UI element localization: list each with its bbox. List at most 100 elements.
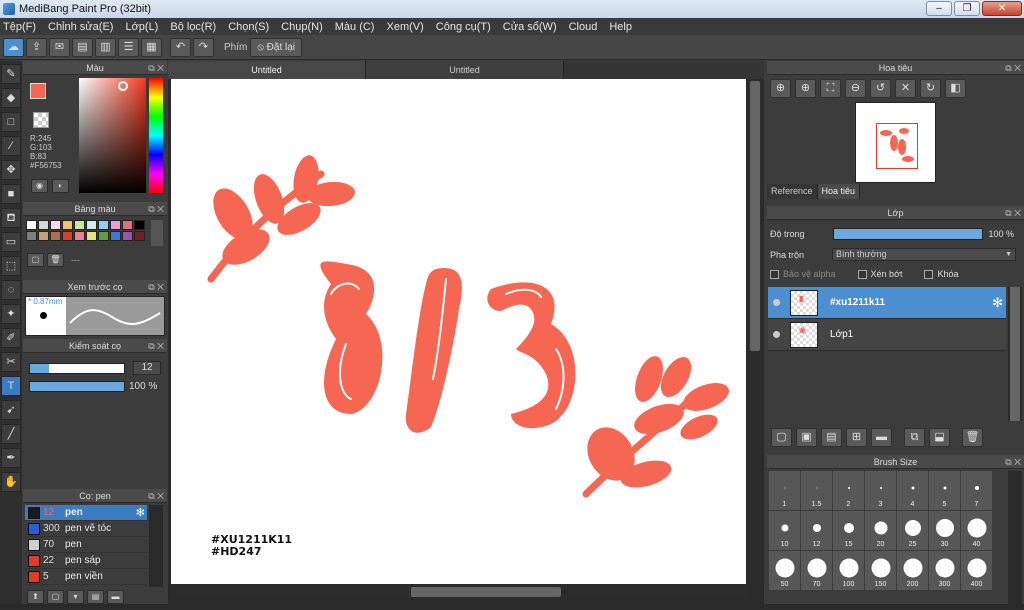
new-palette-icon[interactable]: ▢ xyxy=(27,253,44,267)
menu-layer[interactable]: Lớp(L) xyxy=(125,21,158,33)
lock-checkbox[interactable]: Khóa xyxy=(924,269,959,279)
brush-size-preset[interactable]: 100 xyxy=(833,551,864,590)
zoom-in-icon[interactable]: ⊕ xyxy=(770,79,791,98)
transparent-color-swatch[interactable] xyxy=(33,112,49,128)
merge-layer-icon[interactable]: ⬓ xyxy=(929,428,950,447)
palette-swatch[interactable] xyxy=(74,220,85,230)
panel-controls-icon[interactable]: ⧉ ✕ xyxy=(1005,206,1021,220)
brush-list-item[interactable]: 5 pen viền xyxy=(25,569,147,585)
menu-cloud[interactable]: Cloud xyxy=(569,21,598,33)
brush-tool-icon[interactable]: ✎ xyxy=(1,64,21,84)
visibility-eye-icon[interactable] xyxy=(773,331,780,338)
palette-swatch[interactable] xyxy=(122,231,133,241)
brush-size-preset[interactable]: 1 xyxy=(769,471,800,510)
tab-reference[interactable]: Reference xyxy=(767,184,818,199)
gradient-tool-icon[interactable]: ▭ xyxy=(1,232,21,252)
maximize-button[interactable]: ❐ xyxy=(954,1,980,16)
layer-settings-gear-icon[interactable]: ✻ xyxy=(992,295,1003,311)
palette-swatch[interactable] xyxy=(74,231,85,241)
fill-rect-tool-icon[interactable]: ■ xyxy=(1,184,21,204)
divide-tool-icon[interactable]: ╱ xyxy=(1,424,21,444)
clipping-checkbox[interactable]: Xén bớt xyxy=(857,269,902,279)
canvas-vertical-scrollbar[interactable] xyxy=(748,79,762,584)
brush-size-preset[interactable]: 15 xyxy=(833,511,864,550)
brush-size-preset[interactable]: 5 xyxy=(929,471,960,510)
minimize-button[interactable]: ‒ xyxy=(926,1,952,16)
palette-swatch[interactable] xyxy=(110,220,121,230)
color-swap-icon[interactable]: ◐ xyxy=(52,179,69,193)
layer-scroll-thumb[interactable] xyxy=(1010,287,1020,421)
brush-size-slider[interactable] xyxy=(29,362,125,374)
new-halftone-layer-icon[interactable]: ▣ xyxy=(796,428,817,447)
layer-list-scrollbar[interactable] xyxy=(1008,287,1022,421)
page-icon[interactable]: ▥ xyxy=(95,37,116,57)
fit-window-icon[interactable]: ⛶ xyxy=(820,79,841,98)
brush-list-item[interactable]: 22 pen sáp xyxy=(25,553,147,569)
message-icon[interactable]: ▤ xyxy=(72,37,93,57)
menu-file[interactable]: Tệp(F) xyxy=(3,21,36,33)
brush-size-preset[interactable]: 300 xyxy=(929,551,960,590)
brush-size-preset[interactable]: 150 xyxy=(865,551,896,590)
palette-swatch[interactable] xyxy=(62,220,73,230)
brush-settings-gear-icon[interactable]: ✻ xyxy=(136,506,145,519)
select-tool-icon[interactable]: ⬚ xyxy=(1,256,21,276)
menu-tools[interactable]: Công cụ(T) xyxy=(436,21,491,33)
menu-help[interactable]: Help xyxy=(609,21,632,33)
hand-tool-icon[interactable]: ✋ xyxy=(1,472,21,492)
panel-controls-icon[interactable]: ⧉ ✕ xyxy=(148,61,164,75)
select-pen-tool-icon[interactable]: ✐ xyxy=(1,328,21,348)
visibility-eye-icon[interactable] xyxy=(773,299,780,306)
brush-size-value[interactable]: 12 xyxy=(133,361,161,375)
eraser-tool-icon[interactable]: ◆ xyxy=(1,88,21,108)
brush-folder-icon[interactable]: ▬ xyxy=(107,590,124,604)
brush-list-item[interactable]: 300 pen vẽ tóc xyxy=(25,521,147,537)
color-palette-icon[interactable]: ◉ xyxy=(31,179,48,193)
redo-icon[interactable]: ↷ xyxy=(193,37,214,57)
palette-swatch[interactable] xyxy=(38,231,49,241)
brush-list-item[interactable]: 12 pen xyxy=(25,505,147,521)
menu-select[interactable]: Chọn(S) xyxy=(228,21,269,33)
duplicate-layer-icon[interactable]: ⧉ xyxy=(904,428,925,447)
panel-controls-icon[interactable]: ⧉ ✕ xyxy=(148,202,164,216)
blend-mode-select[interactable]: Bình thường ▼ xyxy=(832,248,1017,261)
palette-swatch[interactable] xyxy=(62,231,73,241)
panel-controls-icon[interactable]: ⧉ ✕ xyxy=(148,489,164,503)
layer-opacity-slider[interactable] xyxy=(832,228,983,240)
dot-tool-icon[interactable]: ∕ xyxy=(1,136,21,156)
cloud-icon[interactable]: ☁ xyxy=(3,37,24,57)
zoom-fit-icon[interactable]: ⊕ xyxy=(795,79,816,98)
reset-button[interactable]: ⦸ Đặt lại xyxy=(250,37,303,57)
palette-swatch[interactable] xyxy=(86,231,97,241)
saturation-value-picker[interactable] xyxy=(79,78,146,193)
panel-controls-icon[interactable]: ⧉ ✕ xyxy=(1005,61,1021,75)
brush-size-preset[interactable]: 2 xyxy=(833,471,864,510)
layer-item[interactable]: ❀ Lớp1 xyxy=(768,319,1006,351)
grid-icon[interactable]: ▦ xyxy=(141,37,162,57)
magic-wand-tool-icon[interactable]: ✦ xyxy=(1,304,21,324)
brush-size-preset[interactable]: 1.5 xyxy=(801,471,832,510)
navigator-preview[interactable] xyxy=(855,102,936,183)
brush-size-preset[interactable]: 12 xyxy=(801,511,832,550)
brush-size-preset[interactable]: 20 xyxy=(865,511,896,550)
palette-swatch[interactable] xyxy=(26,231,37,241)
palette-swatch[interactable] xyxy=(134,231,145,241)
canvas-horizontal-scrollbar[interactable] xyxy=(171,585,746,599)
new-8bit-layer-icon[interactable]: ▤ xyxy=(821,428,842,447)
color-picker-cursor[interactable] xyxy=(118,81,128,91)
operation-tool-icon[interactable]: ➹ xyxy=(1,400,21,420)
comment-icon[interactable]: ✉ xyxy=(49,37,70,57)
rotate-left-icon[interactable]: ↺ xyxy=(870,79,891,98)
brush-size-preset[interactable]: 40 xyxy=(961,511,992,550)
vertical-scroll-thumb[interactable] xyxy=(750,81,760,351)
palette-swatch[interactable] xyxy=(38,220,49,230)
brush-size-preset[interactable]: 50 xyxy=(769,551,800,590)
brush-size-preset[interactable]: 400 xyxy=(961,551,992,590)
palette-swatch[interactable] xyxy=(98,220,109,230)
palette-swatch[interactable] xyxy=(86,220,97,230)
new-layer-icon[interactable]: ▢ xyxy=(771,428,792,447)
bucket-tool-icon[interactable]: ⛾ xyxy=(1,208,21,228)
text-tool-icon[interactable]: T xyxy=(1,376,21,396)
select-eraser-tool-icon[interactable]: ✂ xyxy=(1,352,21,372)
brush-size-scrollbar[interactable] xyxy=(1008,471,1022,606)
layer-folder-icon[interactable]: ▬ xyxy=(871,428,892,447)
